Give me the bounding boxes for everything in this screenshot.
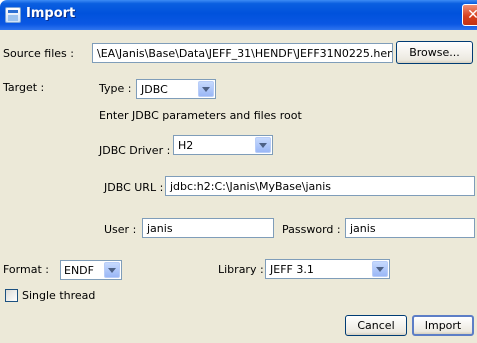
- close-icon[interactable]: ✕: [462, 4, 477, 26]
- browse-button[interactable]: Browse...: [396, 41, 473, 64]
- chevron-down-icon[interactable]: [372, 261, 388, 277]
- jdbc-hint-text: Enter JDBC parameters and files root: [99, 109, 302, 122]
- password-input[interactable]: janis: [345, 218, 475, 238]
- jdbc-driver-value: H2: [178, 139, 194, 152]
- title-bar[interactable]: Import ✕: [0, 0, 477, 30]
- type-select[interactable]: JDBC: [136, 79, 216, 99]
- library-select[interactable]: JEFF 3.1: [265, 259, 390, 279]
- import-button[interactable]: Import: [412, 315, 474, 336]
- target-label: Target :: [3, 81, 45, 94]
- user-input[interactable]: janis: [142, 218, 274, 238]
- single-thread-label[interactable]: Single thread: [22, 289, 95, 302]
- chevron-down-icon[interactable]: [255, 137, 271, 153]
- jdbc-driver-label: JDBC Driver :: [99, 144, 171, 157]
- single-thread-checkbox[interactable]: [5, 289, 18, 302]
- format-select[interactable]: ENDF: [60, 260, 122, 280]
- chevron-down-icon[interactable]: [104, 262, 120, 278]
- format-label: Format :: [3, 263, 49, 276]
- jdbc-driver-select[interactable]: H2: [173, 135, 273, 155]
- cancel-button[interactable]: Cancel: [345, 315, 407, 336]
- app-window-icon: [5, 7, 21, 23]
- library-label: Library :: [218, 263, 264, 276]
- jdbc-url-label: JDBC URL :: [104, 181, 164, 194]
- window-title: Import: [26, 6, 76, 21]
- type-label: Type :: [99, 82, 132, 95]
- chevron-down-icon[interactable]: [198, 81, 214, 97]
- user-label: User :: [104, 223, 137, 236]
- format-select-value: ENDF: [64, 264, 94, 277]
- source-files-input[interactable]: \EA\Janis\Base\Data\JEFF_31\HENDF\JEFF31…: [92, 43, 393, 63]
- library-select-value: JEFF 3.1: [270, 263, 314, 276]
- type-select-value: JDBC: [141, 83, 168, 96]
- dialog-body: Source files : \EA\Janis\Base\Data\JEFF_…: [0, 30, 477, 343]
- jdbc-url-input[interactable]: jdbc:h2:C:\Janis\MyBase\janis: [165, 176, 475, 196]
- password-label: Password :: [282, 223, 341, 236]
- source-files-label: Source files :: [3, 47, 74, 60]
